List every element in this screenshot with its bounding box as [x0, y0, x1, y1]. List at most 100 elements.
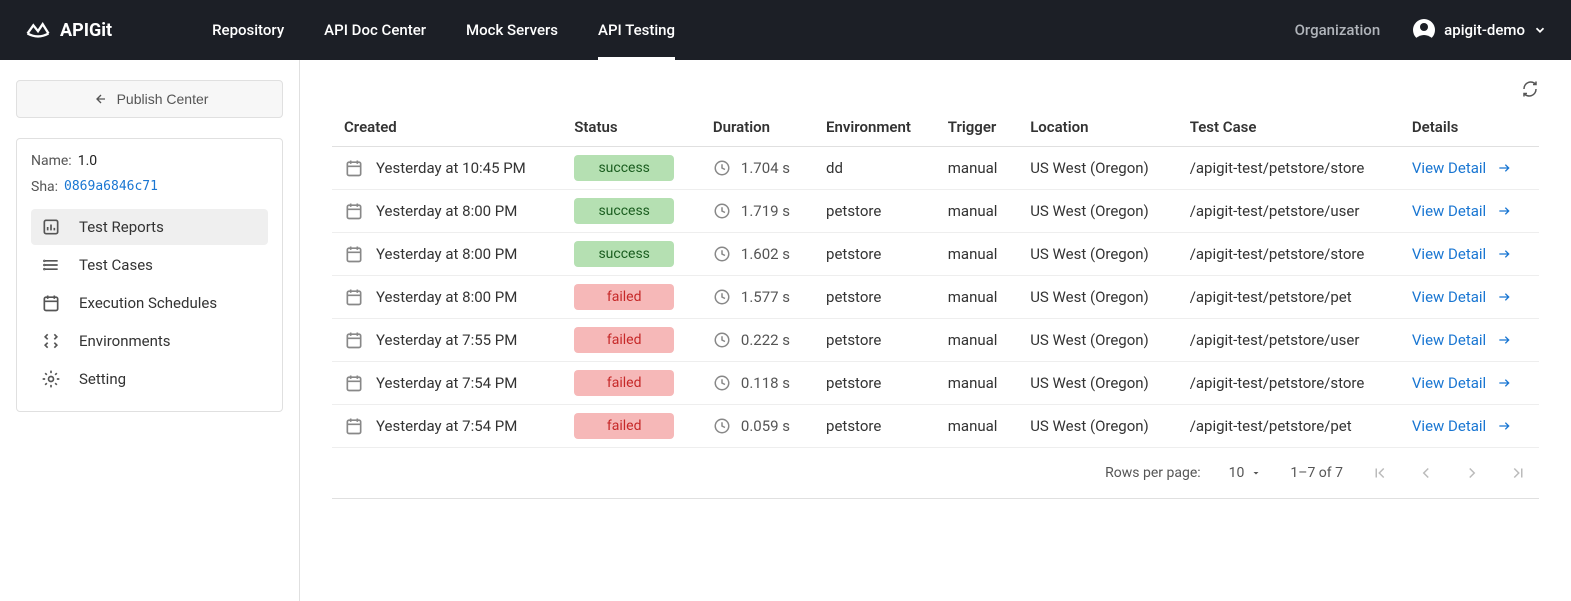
dropdown-triangle-icon	[1250, 467, 1262, 479]
rows-per-page-select[interactable]: 10	[1229, 465, 1263, 481]
duration-text: 1.602 s	[741, 245, 790, 263]
arrow-right-icon	[1496, 289, 1512, 305]
duration-cell: 1.704 s	[713, 159, 802, 177]
view-detail-label: View Detail	[1412, 202, 1486, 220]
clock-icon	[713, 159, 731, 177]
created-cell: Yesterday at 8:00 PM	[344, 201, 550, 221]
meta-sha-row: Sha: 0869a6846c71	[31, 179, 268, 195]
calendar-icon	[344, 416, 364, 436]
view-detail-link[interactable]: View Detail	[1412, 288, 1527, 306]
sidebar-meta-card: Name: 1.0 Sha: 0869a6846c71 Test Reports…	[16, 138, 283, 412]
view-detail-link[interactable]: View Detail	[1412, 417, 1527, 435]
avatar-icon	[1412, 18, 1436, 42]
trigger-cell: manual	[936, 362, 1018, 405]
main-toolbar	[332, 80, 1539, 98]
first-page-icon[interactable]	[1371, 464, 1389, 482]
view-detail-label: View Detail	[1412, 331, 1486, 349]
status-badge: failed	[574, 413, 674, 439]
trigger-cell: manual	[936, 233, 1018, 276]
view-detail-link[interactable]: View Detail	[1412, 159, 1527, 177]
gear-icon	[41, 369, 61, 389]
sidebar-item-label: Setting	[79, 370, 126, 388]
rows-per-page-label: Rows per page:	[1105, 465, 1200, 481]
created-cell: Yesterday at 7:55 PM	[344, 330, 550, 350]
duration-text: 0.059 s	[741, 417, 790, 435]
created-cell: Yesterday at 8:00 PM	[344, 244, 550, 264]
nav-item-api-doc-center[interactable]: API Doc Center	[324, 0, 426, 60]
view-detail-link[interactable]: View Detail	[1412, 374, 1527, 392]
view-detail-label: View Detail	[1412, 374, 1486, 392]
status-badge: failed	[574, 327, 674, 353]
duration-cell: 0.118 s	[713, 374, 802, 392]
prev-page-icon[interactable]	[1417, 464, 1435, 482]
col-created: Created	[332, 108, 562, 147]
rows-per-page-value: 10	[1229, 465, 1245, 481]
testcase-cell: /apigit-test/petstore/user	[1178, 190, 1400, 233]
col-environment: Environment	[814, 108, 936, 147]
sidebar-item-environments[interactable]: Environments	[31, 323, 268, 359]
clock-icon	[713, 202, 731, 220]
user-menu[interactable]: apigit-demo	[1412, 18, 1547, 42]
testcase-cell: /apigit-test/petstore/store	[1178, 233, 1400, 276]
nav-item-repository[interactable]: Repository	[212, 0, 284, 60]
test-reports-table: Created Status Duration Environment Trig…	[332, 108, 1539, 448]
duration-text: 1.704 s	[741, 159, 790, 177]
last-page-icon[interactable]	[1509, 464, 1527, 482]
pagination-nav	[1371, 464, 1527, 482]
duration-text: 0.118 s	[741, 374, 790, 392]
meta-sha-value[interactable]: 0869a6846c71	[64, 179, 158, 195]
status-badge: failed	[574, 370, 674, 396]
sidebar-item-execution-schedules[interactable]: Execution Schedules	[31, 285, 268, 321]
col-location: Location	[1018, 108, 1178, 147]
view-detail-link[interactable]: View Detail	[1412, 331, 1527, 349]
sidebar-item-test-reports[interactable]: Test Reports	[31, 209, 268, 245]
publish-center-button[interactable]: Publish Center	[16, 80, 283, 118]
nav-item-api-testing[interactable]: API Testing	[598, 0, 675, 60]
trigger-cell: manual	[936, 276, 1018, 319]
view-detail-link[interactable]: View Detail	[1412, 245, 1527, 263]
col-status: Status	[562, 108, 701, 147]
trigger-cell: manual	[936, 147, 1018, 190]
col-details: Details	[1400, 108, 1539, 147]
testcase-cell: /apigit-test/petstore/user	[1178, 319, 1400, 362]
calendar-icon	[344, 201, 364, 221]
chevron-down-icon	[1533, 23, 1547, 37]
pagination: Rows per page: 10 1–7 of 7	[332, 448, 1539, 499]
duration-cell: 1.602 s	[713, 245, 802, 263]
sidebar-item-label: Test Reports	[79, 218, 164, 236]
view-detail-label: View Detail	[1412, 159, 1486, 177]
table-row: Yesterday at 7:54 PM failed 0.118 s petstor…	[332, 362, 1539, 405]
sidebar: Publish Center Name: 1.0 Sha: 0869a6846c…	[0, 60, 300, 601]
refresh-icon[interactable]	[1521, 80, 1539, 98]
nav-item-mock-servers[interactable]: Mock Servers	[466, 0, 558, 60]
environment-cell: petstore	[814, 362, 936, 405]
logo-icon	[24, 16, 52, 44]
table-row: Yesterday at 8:00 PMfailed1.577 spetstor…	[332, 276, 1539, 319]
col-trigger: Trigger	[936, 108, 1018, 147]
environment-cell: petstore	[814, 233, 936, 276]
arrow-right-icon	[1496, 246, 1512, 262]
created-cell: Yesterday at 7:54 PM	[344, 373, 550, 393]
next-page-icon[interactable]	[1463, 464, 1481, 482]
calendar-icon	[344, 330, 364, 350]
testcase-cell: /apigit-test/petstore/store	[1178, 362, 1400, 405]
duration-text: 1.577 s	[741, 288, 790, 306]
main-nav: Repository API Doc Center Mock Servers API …	[212, 0, 675, 60]
view-detail-link[interactable]: View Detail	[1412, 202, 1527, 220]
calendar-icon	[344, 244, 364, 264]
trigger-cell: manual	[936, 190, 1018, 233]
sidebar-list: Test Reports Test Cases Execution Schedule…	[31, 209, 268, 397]
sidebar-item-setting[interactable]: Setting	[31, 361, 268, 397]
organization-link[interactable]: Organization	[1295, 21, 1381, 39]
testcase-cell: /apigit-test/petstore/store	[1178, 147, 1400, 190]
sidebar-item-test-cases[interactable]: Test Cases	[31, 247, 268, 283]
view-detail-label: View Detail	[1412, 417, 1486, 435]
sidebar-item-label: Execution Schedules	[79, 294, 217, 312]
list-icon	[41, 255, 61, 275]
environment-cell: petstore	[814, 190, 936, 233]
created-cell: Yesterday at 10:45 PM	[344, 158, 550, 178]
location-cell: US West (Oregon)	[1018, 190, 1178, 233]
col-testcase: Test Case	[1178, 108, 1400, 147]
meta-name-row: Name: 1.0	[31, 153, 268, 169]
duration-text: 0.222 s	[741, 331, 790, 349]
